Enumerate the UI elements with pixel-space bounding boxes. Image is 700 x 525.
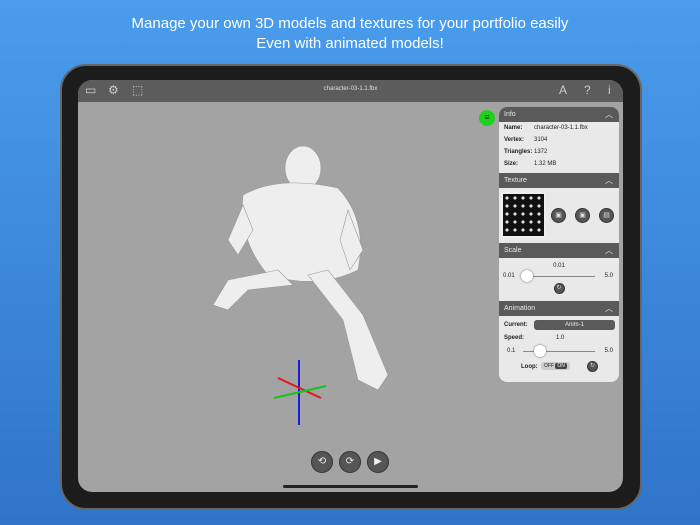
name-value: character-03-1.1.fbx xyxy=(534,125,588,131)
animation-header-label: Animation xyxy=(504,305,536,312)
axis-gizmo xyxy=(273,360,327,425)
image-icon[interactable]: ▣ xyxy=(575,208,590,223)
info-header-label: Info xyxy=(504,111,516,118)
texture-header-label: Texture xyxy=(504,177,527,184)
speed-value: 1.0 xyxy=(556,335,565,341)
scale-min: 0.01 xyxy=(503,273,515,279)
name-label: Name: xyxy=(504,125,523,131)
scale-slider-thumb[interactable] xyxy=(521,270,533,282)
speed-label: Speed: xyxy=(504,335,525,341)
size-value: 1.32 MB xyxy=(534,161,557,167)
texture-thumbnail[interactable] xyxy=(501,192,546,238)
info-header[interactable]: Info ︿ xyxy=(499,107,619,122)
chevron-up-icon[interactable]: ︿ xyxy=(605,245,613,256)
triangles-value: 1372 xyxy=(534,149,548,155)
reset-scale-icon[interactable]: ↻ xyxy=(553,283,565,294)
speed-slider-thumb[interactable] xyxy=(533,345,546,357)
reset-animation-icon[interactable]: ↻ xyxy=(587,361,598,372)
loop-on[interactable]: ON xyxy=(555,363,567,369)
home-indicator xyxy=(283,485,418,488)
clipboard-icon[interactable]: ▤ xyxy=(599,208,614,223)
headline-line2: Even with animated models! xyxy=(256,35,444,52)
play-button[interactable]: ▶ xyxy=(367,451,389,473)
screen: ▭ ⚙ ⬚ character-03-1.1.fbx A ? i ≡ Info ︿… xyxy=(78,80,623,492)
current-label: Current: xyxy=(504,322,528,328)
speed-min: 0.1 xyxy=(507,348,516,354)
chevron-up-icon[interactable]: ︿ xyxy=(605,109,613,120)
rotate-camera-button[interactable]: ⟲ xyxy=(311,451,333,473)
headline-line1: Manage your own 3D models and textures f… xyxy=(131,15,569,32)
speed-slider[interactable]: 0.1 5.0 xyxy=(499,344,619,358)
headline: Manage your own 3D models and textures f… xyxy=(0,14,700,54)
loop-toggle[interactable]: OFF ON xyxy=(541,362,570,370)
chevron-up-icon[interactable]: ︿ xyxy=(605,175,613,186)
loop-off[interactable]: OFF xyxy=(544,363,554,369)
list-toggle-button[interactable]: ≡ xyxy=(479,110,495,126)
image-import-icon[interactable]: ▣ xyxy=(551,208,566,223)
speed-max: 5.0 xyxy=(604,348,613,354)
scale-header-label: Scale xyxy=(504,247,522,254)
triangles-label: Triangles: xyxy=(504,149,533,155)
vertex-label: Vertex: xyxy=(504,137,525,143)
chevron-up-icon[interactable]: ︿ xyxy=(605,303,613,314)
scale-slider[interactable]: 0.01 5.0 xyxy=(499,269,619,283)
texture-header[interactable]: Texture ︿ xyxy=(499,173,619,188)
vertex-value: 3104 xyxy=(534,137,548,143)
loop-label: Loop: xyxy=(521,364,538,370)
scale-header[interactable]: Scale ︿ xyxy=(499,243,619,258)
record-button[interactable]: ⟳ xyxy=(339,451,361,473)
scale-max: 5.0 xyxy=(604,273,613,279)
properties-panel: Info ︿ Name: character-03-1.1.fbx Vertex: 3… xyxy=(499,107,619,382)
animation-header[interactable]: Animation ︿ xyxy=(499,301,619,316)
character-model xyxy=(212,145,389,391)
size-label: Size: xyxy=(504,161,519,167)
animation-select[interactable]: Anim-1 xyxy=(534,320,615,330)
